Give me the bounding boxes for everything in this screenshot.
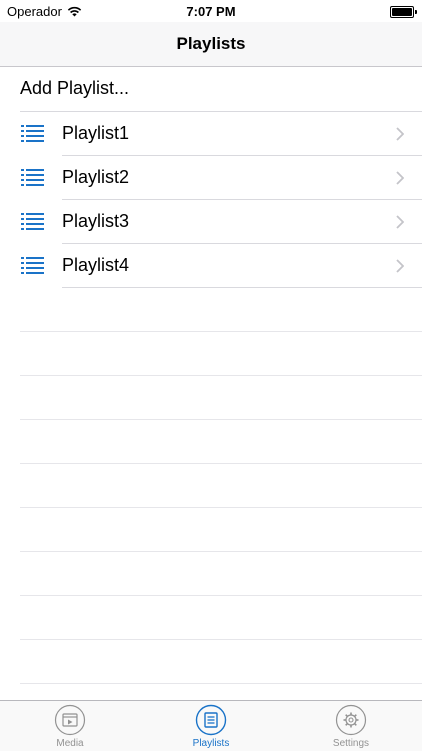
playlists-icon [195, 704, 227, 736]
list-icon [21, 257, 44, 274]
add-playlist-label: Add Playlist... [20, 78, 130, 98]
add-playlist-row[interactable]: Add Playlist... [20, 67, 422, 112]
chevron-right-icon [396, 215, 404, 229]
empty-row [20, 640, 422, 684]
playlist-row[interactable]: Playlist2 [0, 156, 422, 200]
status-time: 7:07 PM [186, 4, 236, 19]
empty-row [20, 288, 422, 332]
playlist-row[interactable]: Playlist4 [0, 244, 422, 288]
playlist-row[interactable]: Playlist3 [0, 200, 422, 244]
tab-playlists[interactable]: Playlists [166, 701, 256, 751]
row-separator [62, 287, 422, 288]
playlist-label: Playlist2 [62, 167, 130, 187]
page-title: Playlists [176, 34, 246, 53]
tab-settings[interactable]: Settings [306, 701, 396, 751]
status-bar: Operador 7:07 PM [0, 0, 422, 22]
tab-bar: Media Playlists Settings [0, 700, 422, 751]
tab-label: Media [56, 738, 84, 749]
battery-icon [390, 6, 417, 18]
empty-row [20, 464, 422, 508]
list-icon [21, 169, 44, 186]
tab-label: Settings [332, 738, 370, 749]
chevron-right-icon [396, 259, 404, 273]
tab-media[interactable]: Media [25, 701, 115, 751]
empty-row [20, 596, 422, 640]
chevron-right-icon [396, 171, 404, 185]
empty-row [20, 332, 422, 376]
playlist-label: Playlist4 [62, 255, 130, 275]
empty-row [20, 552, 422, 596]
playlist-row[interactable]: Playlist1 [0, 112, 422, 156]
empty-row [20, 420, 422, 464]
navigation-bar: Playlists [0, 22, 422, 67]
playlist-label: Playlist3 [62, 211, 130, 231]
tab-label: Playlists [192, 738, 230, 749]
list-icon [21, 213, 44, 230]
empty-row [20, 508, 422, 552]
playlist-label: Playlist1 [62, 123, 130, 143]
media-icon [54, 704, 86, 736]
playlist-list: Add Playlist... Playlist1 Playlist2 Play… [0, 67, 422, 684]
settings-icon [335, 704, 367, 736]
empty-row [20, 376, 422, 420]
chevron-right-icon [396, 127, 404, 141]
list-icon [21, 125, 44, 142]
